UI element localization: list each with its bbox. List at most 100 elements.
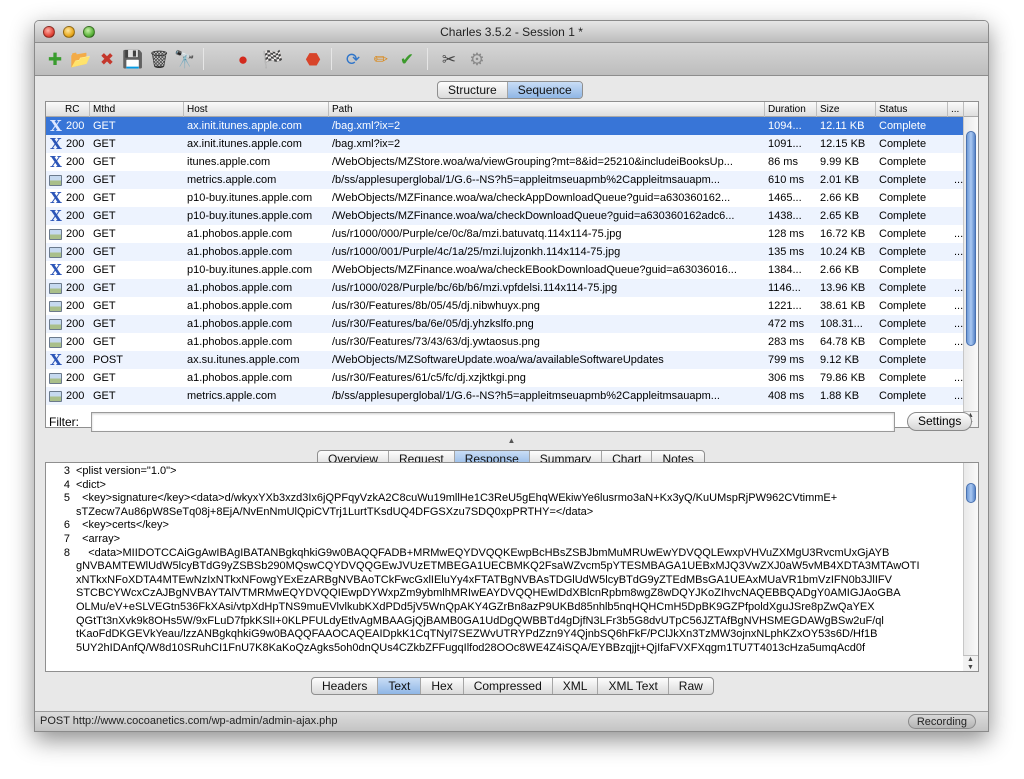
cell-size: 2.66 KB (820, 264, 860, 276)
cell-host: metrics.apple.com (187, 174, 277, 186)
cell-size: 9.12 KB (820, 354, 860, 366)
column-header[interactable]: Host (184, 102, 329, 117)
table-row[interactable]: 200 GET metrics.apple.com/b/ss/applesuperg… (46, 387, 978, 405)
tab-headers[interactable]: Headers (312, 678, 379, 694)
cell-status: Complete (879, 120, 927, 132)
record-button[interactable]: ● (231, 47, 255, 71)
cell-path: /WebObjects/MZSoftwareUpdate.woa/wa/avai… (332, 354, 664, 366)
cell-rc: 200 (66, 120, 85, 132)
table-row[interactable]: 200 GET a1.phobos.apple.com/us/r1000/000/P… (46, 225, 978, 243)
cell-path: /us/r30/Features/8b/05/45/dj.nibwhuyx.pn… (332, 300, 540, 312)
cell-host: a1.phobos.apple.com (187, 336, 293, 348)
charles-window: Charles 3.5.2 - Session 1 * ✚ 📂 ✖ 💾 🗑 🔭 … (34, 20, 989, 732)
recording-status-badge[interactable]: Recording (907, 714, 976, 729)
tab-hex[interactable]: Hex (421, 678, 464, 694)
table-row[interactable]: 200 GET a1.phobos.apple.com/us/r1000/001/P… (46, 243, 978, 261)
cell-method: POST (93, 354, 123, 366)
cell-status: Complete (879, 282, 927, 294)
zoom-window-button[interactable] (83, 26, 95, 38)
column-header[interactable]: Status (876, 102, 948, 117)
viewer-scrollbar-thumb[interactable] (966, 483, 976, 503)
cell-host: itunes.apple.com (187, 156, 271, 168)
breakpoints-button[interactable]: ⬣ (301, 47, 325, 71)
image-file-icon (49, 301, 62, 312)
table-row[interactable]: X 200 GET p10-buy.itunes.apple.com/WebObjec… (46, 261, 978, 279)
tab-xml-text[interactable]: XML Text (598, 678, 669, 694)
toolbar-separator (427, 48, 428, 70)
tab-xml[interactable]: XML (553, 678, 599, 694)
cell-host: a1.phobos.apple.com (187, 228, 293, 240)
tab-raw[interactable]: Raw (669, 678, 713, 694)
code-line: 3 <plist version="1.0"> (46, 465, 978, 479)
table-row[interactable]: X 200 GET p10-buy.itunes.apple.com/WebObjec… (46, 189, 978, 207)
table-row[interactable]: 200 GET a1.phobos.apple.com/us/r30/Feature… (46, 333, 978, 351)
table-row[interactable]: 200 GET a1.phobos.apple.com/us/r30/Feature… (46, 315, 978, 333)
record-icon: ● (237, 49, 249, 69)
cell-duration: 135 ms (768, 246, 805, 258)
xml-document-icon: X (50, 351, 62, 369)
open-session-button[interactable]: 📂 (69, 47, 93, 71)
line-number: 4 (63, 478, 70, 491)
validate-button[interactable]: ✔ (395, 47, 419, 71)
filter-input[interactable] (91, 412, 895, 432)
settings-button[interactable]: Settings (907, 412, 973, 431)
throttle-icon: 🏁 (262, 49, 284, 69)
cell-status: Complete (879, 192, 927, 204)
column-header[interactable]: ... (948, 102, 964, 117)
cell-host: ax.init.itunes.apple.com (187, 138, 302, 150)
code-text: <key>certs</key> (76, 519, 169, 532)
close-session-button[interactable]: ✖ (95, 47, 119, 71)
open-session-icon: 📂 (70, 49, 92, 69)
tab-structure[interactable]: Structure (438, 82, 508, 98)
table-row[interactable]: X 200 POST ax.su.itunes.apple.com/WebObject… (46, 351, 978, 369)
cell-path: /WebObjects/MZFinance.woa/wa/checkEBookD… (332, 264, 737, 276)
viewer-scroll-arrows[interactable]: ▲ ▼ (963, 655, 978, 671)
table-scrollbar-thumb[interactable] (966, 131, 976, 346)
clear-session-button[interactable]: 🗑 (147, 47, 171, 71)
split-view-divider[interactable]: ▲ (35, 437, 988, 445)
cell-duration: 472 ms (768, 318, 805, 330)
table-row[interactable]: X 200 GET itunes.apple.com/WebObjects/MZSto… (46, 153, 978, 171)
tab-sequence[interactable]: Sequence (507, 82, 582, 98)
titlebar: Charles 3.5.2 - Session 1 * (35, 21, 988, 43)
minimize-window-button[interactable] (63, 26, 75, 38)
table-row[interactable]: X 200 GET p10-buy.itunes.apple.com/WebObjec… (46, 207, 978, 225)
filter-bar: Filter: Settings (35, 409, 988, 437)
column-header[interactable]: Path (329, 102, 765, 117)
new-session-button[interactable]: ✚ (43, 47, 67, 71)
image-file-icon (49, 319, 62, 330)
cell-method: GET (93, 264, 116, 276)
cell-rc: 200 (66, 372, 85, 384)
cell-host: a1.phobos.apple.com (187, 300, 293, 312)
cell-duration: 283 ms (768, 336, 805, 348)
table-scrollbar[interactable]: ▲▼ (963, 117, 978, 427)
code-line: 5UY2hIDAnfQ/W8d10SRuhCI1FnU7K8KaKoQzAgks… (46, 642, 978, 656)
tools-button[interactable]: ✂ (437, 47, 461, 71)
repeat-button[interactable]: ⟳ (341, 47, 365, 71)
tab-compressed[interactable]: Compressed (464, 678, 553, 694)
find-button[interactable]: 🔭 (173, 47, 197, 71)
cell-rc: 200 (66, 264, 85, 276)
save-session-button[interactable]: 💾 (121, 47, 145, 71)
column-header[interactable]: Duration (765, 102, 817, 117)
viewer-scrollbar[interactable]: ▲ ▼ (963, 463, 978, 671)
column-header[interactable]: Size (817, 102, 876, 117)
edit-button[interactable]: ✏ (369, 47, 393, 71)
table-row[interactable]: 200 GET a1.phobos.apple.com/us/r1000/028/P… (46, 279, 978, 297)
code-text: <array> (76, 532, 121, 545)
table-row[interactable]: 200 GET metrics.apple.com/b/ss/applesuperg… (46, 171, 978, 189)
column-header[interactable]: RC (46, 102, 90, 117)
toolbar-separator (203, 48, 204, 70)
settings-button[interactable]: ⚙ (465, 47, 489, 71)
table-row[interactable]: X 200 GET ax.init.itunes.apple.com/bag.xml?… (46, 135, 978, 153)
close-window-button[interactable] (43, 26, 55, 38)
table-row[interactable]: 200 GET a1.phobos.apple.com/us/r30/Feature… (46, 369, 978, 387)
cell-status: Complete (879, 336, 927, 348)
throttle-button[interactable]: 🏁 (261, 47, 285, 71)
tab-text[interactable]: Text (378, 678, 422, 694)
table-row[interactable]: 200 GET a1.phobos.apple.com/us/r30/Feature… (46, 297, 978, 315)
cell-size: 38.61 KB (820, 300, 866, 312)
column-header[interactable]: Mthd (90, 102, 184, 117)
cell-status: Complete (879, 354, 927, 366)
table-row[interactable]: X 200 GET ax.init.itunes.apple.com/bag.xml?… (46, 117, 978, 135)
